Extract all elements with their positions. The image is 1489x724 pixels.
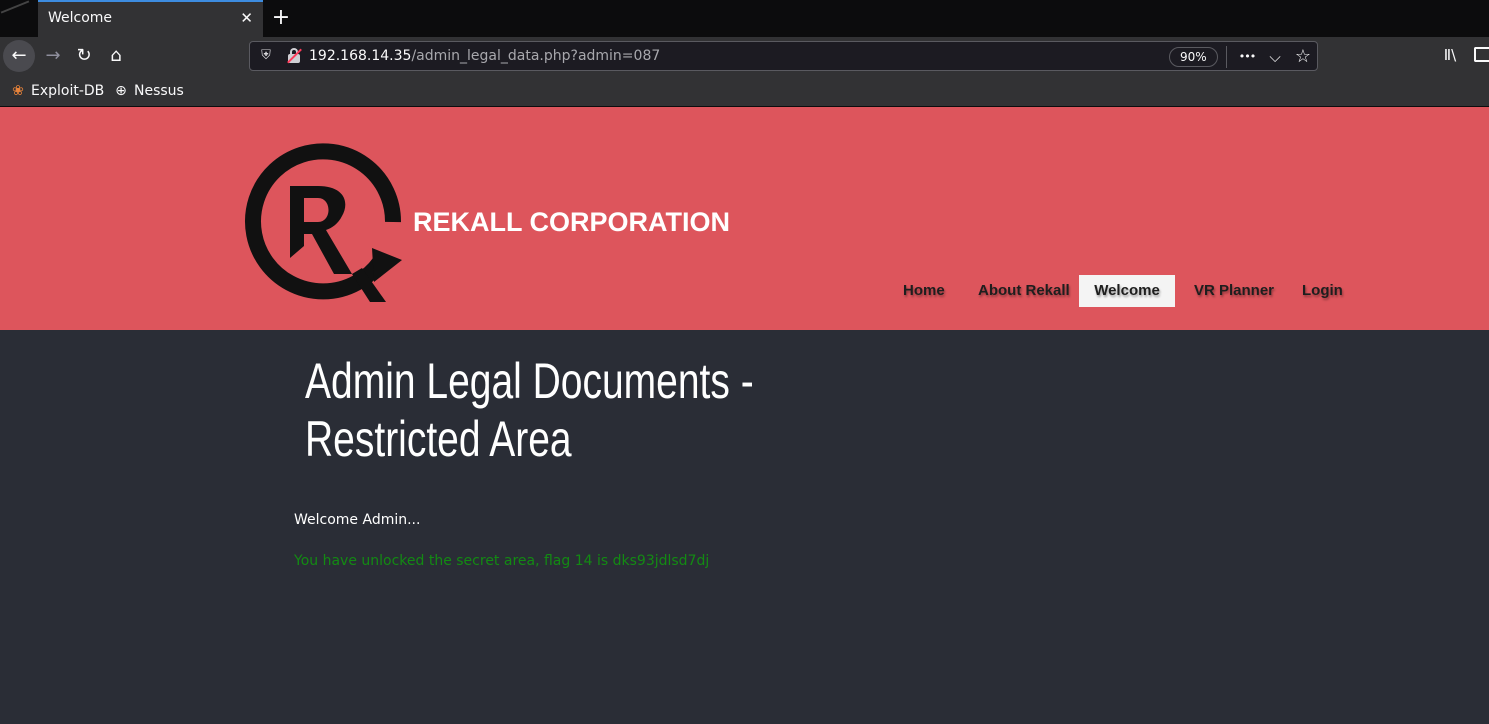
close-icon[interactable]: ✕ [240,9,253,27]
reload-icon[interactable]: ↻ [68,40,100,72]
tab-welcome[interactable]: Welcome ✕ [38,0,263,37]
flag-message: You have unlocked the secret area, flag … [294,553,710,569]
back-arrow-icon[interactable]: ← [3,40,35,72]
new-tab-button[interactable]: + [268,4,294,32]
insecure-lock-icon[interactable] [286,47,302,65]
nav-about-rekall[interactable]: About Rekall [960,275,1088,307]
page-content: REKALL CORPORATION Home About Rekall Wel… [0,107,1489,724]
bookmark-nessus[interactable]: ⊕ Nessus [113,80,184,102]
more-actions-icon[interactable]: ••• [1235,45,1259,69]
globe-icon: ⊕ [115,83,127,99]
nav-welcome[interactable]: Welcome [1079,275,1175,307]
navigation-toolbar: ← → ↻ ⌂ ⛨ 192.168.14.35/admin_legal_data… [0,37,1489,74]
page-title: Admin Legal Documents - Restricted Area [305,352,789,468]
bookmarks-toolbar: ❀ Exploit-DB ⊕ Nessus [0,74,1489,107]
tab-title: Welcome [48,10,113,26]
url-path: /admin_legal_data.php?admin=087 [411,48,661,64]
tab-strip: Welcome ✕ + [0,0,1489,37]
bookmark-star-icon[interactable]: ☆ [1291,45,1315,69]
page-title-line-1: Admin Legal Documents - [305,353,754,409]
welcome-message: Welcome Admin... [294,512,421,528]
zoom-level-button[interactable]: 90% [1169,47,1218,67]
exploit-db-icon: ❀ [12,83,24,99]
window-corner-decoration [0,0,30,14]
sidebar-icon[interactable] [1474,47,1489,62]
site-header: REKALL CORPORATION Home About Rekall Wel… [0,107,1489,330]
pocket-icon[interactable]: ⌵ [1263,45,1287,69]
nav-login[interactable]: Login [1284,275,1361,307]
nav-home[interactable]: Home [885,275,963,307]
url-bar-divider [1226,46,1227,68]
page-title-line-2: Restricted Area [305,411,572,467]
bookmark-label: Exploit-DB [31,83,105,99]
brand-name: REKALL CORPORATION [413,207,730,237]
url-host: 192.168.14.35 [309,48,412,64]
bookmark-label: Nessus [134,83,184,99]
nav-vr-planner[interactable]: VR Planner [1176,275,1292,307]
home-icon[interactable]: ⌂ [100,40,132,72]
rekall-logo-icon[interactable] [240,134,412,306]
forward-arrow-icon[interactable]: → [37,40,69,72]
url-text[interactable]: 192.168.14.35/admin_legal_data.php?admin… [309,48,660,64]
library-icon[interactable]: Ⅱ\ [1440,45,1460,65]
url-bar[interactable]: ⛨ 192.168.14.35/admin_legal_data.php?adm… [249,41,1318,71]
bookmark-exploit-db[interactable]: ❀ Exploit-DB [10,80,104,102]
tracking-shield-icon[interactable]: ⛨ [258,47,274,65]
